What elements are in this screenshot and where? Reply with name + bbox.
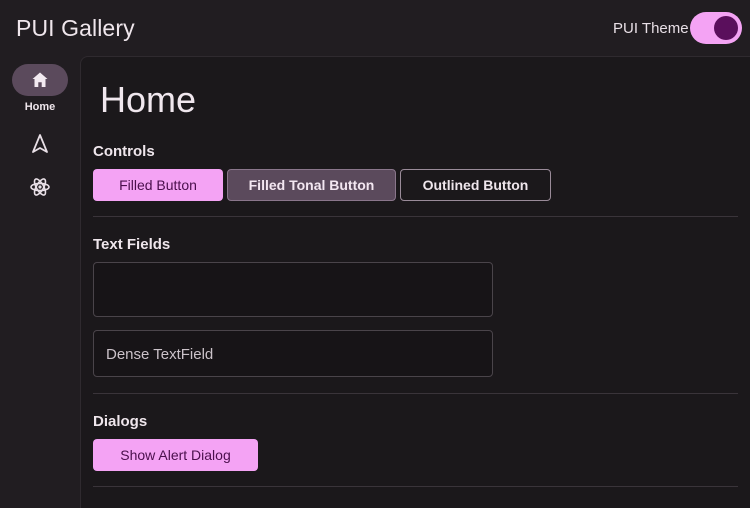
divider [93, 393, 738, 394]
navigation-arrow-icon [30, 133, 50, 155]
dense-text-field[interactable]: Dense TextField [93, 330, 493, 377]
app-window: PUI Gallery PUI Theme Home Home Controls… [0, 0, 750, 508]
outlined-button[interactable]: Outlined Button [400, 169, 551, 201]
theme-toggle-switch[interactable] [690, 12, 742, 44]
title-bar: PUI Gallery PUI Theme [0, 0, 750, 56]
section-title-dialogs: Dialogs [93, 413, 148, 430]
section-title-text-fields: Text Fields [93, 236, 171, 253]
toggle-knob [714, 16, 738, 40]
rail-item-components[interactable] [0, 171, 80, 203]
show-alert-dialog-button[interactable]: Show Alert Dialog [93, 439, 258, 471]
theme-toggle-label: PUI Theme [613, 20, 689, 37]
filled-tonal-button[interactable]: Filled Tonal Button [227, 169, 396, 201]
page-title: Home [100, 79, 197, 120]
atom-icon [29, 176, 51, 198]
rail-item-indicator [12, 128, 68, 160]
text-field[interactable] [93, 262, 493, 317]
app-title: PUI Gallery [16, 15, 135, 41]
rail-item-indicator [12, 64, 68, 96]
rail-item-indicator [12, 171, 68, 203]
navigation-rail: Home [0, 56, 80, 508]
dense-text-field-placeholder: Dense TextField [106, 346, 214, 363]
rail-item-home[interactable]: Home [0, 64, 80, 113]
divider [93, 216, 738, 217]
section-title-controls: Controls [93, 143, 155, 160]
filled-button[interactable]: Filled Button [93, 169, 223, 201]
divider [93, 486, 738, 487]
rail-item-label: Home [24, 101, 56, 113]
content-panel: Home Controls Filled Button Filled Tonal… [80, 56, 750, 508]
rail-item-navigation[interactable] [0, 128, 80, 160]
home-icon [30, 70, 50, 90]
